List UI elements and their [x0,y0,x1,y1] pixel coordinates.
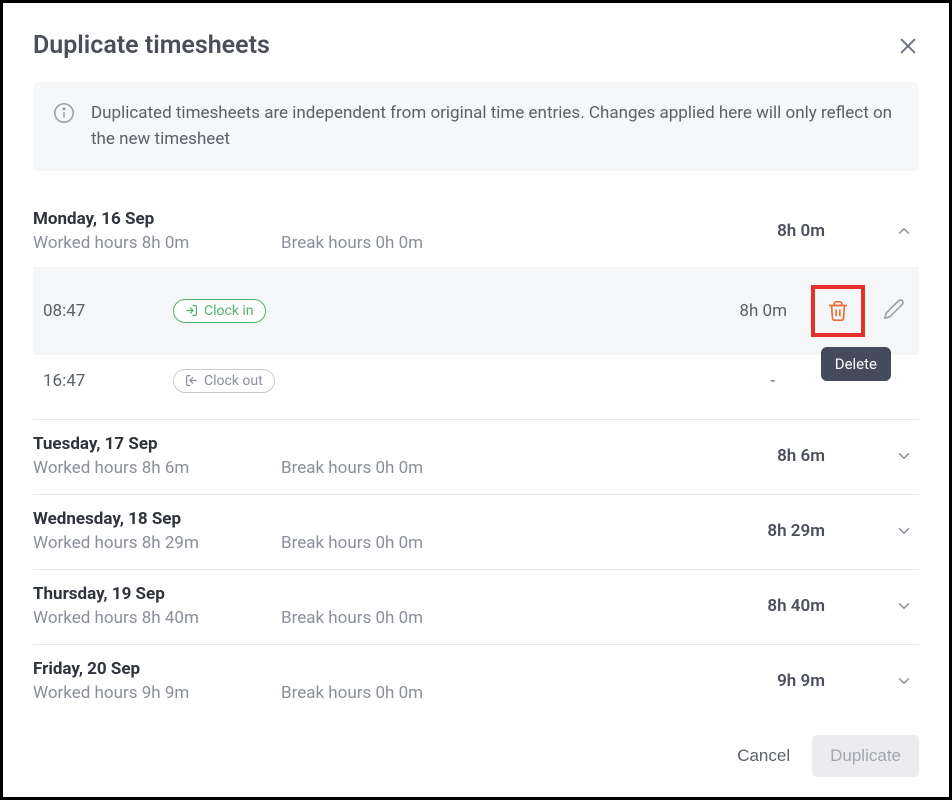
day-name: Monday, 16 Sep [33,209,777,229]
day-group: Thursday, 19 Sep Worked hours 8h 40m Bre… [33,570,919,645]
chevron-down-icon [895,522,913,540]
chevron-down-icon [895,447,913,465]
entry-duration: 8h 0m [739,301,787,321]
entry-time: 08:47 [43,301,173,321]
day-group: Monday, 16 Sep Worked hours 8h 0m Break … [33,195,919,420]
day-header[interactable]: Wednesday, 18 Sep Worked hours 8h 29m Br… [33,505,919,557]
day-group: Wednesday, 18 Sep Worked hours 8h 29m Br… [33,495,919,570]
break-hours: Break hours 0h 0m [281,458,423,478]
day-header[interactable]: Thursday, 19 Sep Worked hours 8h 40m Bre… [33,580,919,632]
clock-in-label: Clock in [204,303,254,319]
worked-hours: Worked hours 8h 0m [33,233,281,253]
break-hours: Break hours 0h 0m [281,533,423,553]
break-hours: Break hours 0h 0m [281,608,423,628]
worked-hours: Worked hours 8h 6m [33,458,281,478]
day-name: Wednesday, 18 Sep [33,509,767,529]
break-hours: Break hours 0h 0m [281,233,423,253]
day-total: 9h 9m [777,671,825,691]
pencil-icon [883,298,905,320]
duplicate-timesheets-modal: Duplicate timesheets Duplicated timeshee… [3,3,949,797]
duplicate-button[interactable]: Duplicate [812,735,919,777]
entry-time: 16:47 [43,371,173,391]
day-total: 8h 0m [777,221,825,241]
modal-footer: Cancel Duplicate [33,716,919,777]
clock-in-badge: Clock in [173,299,266,323]
day-header[interactable]: Friday, 20 Sep Worked hours 9h 9m Break … [33,655,919,707]
close-button[interactable] [897,35,919,57]
info-banner: Duplicated timesheets are independent fr… [33,82,919,171]
modal-header: Duplicate timesheets [33,31,919,60]
day-name: Friday, 20 Sep [33,659,777,679]
chevron-down-icon [895,672,913,690]
day-header[interactable]: Monday, 16 Sep Worked hours 8h 0m Break … [33,205,919,257]
entry-duration: - [729,371,775,391]
modal-title: Duplicate timesheets [33,31,270,60]
time-entry-row: 08:47 Clock in 8h 0m [33,267,919,355]
arrow-out-icon [185,374,198,387]
info-text: Duplicated timesheets are independent fr… [91,100,899,153]
clock-out-badge: Clock out [173,369,275,393]
day-group: Friday, 20 Sep Worked hours 9h 9m Break … [33,645,919,716]
worked-hours: Worked hours 8h 29m [33,533,281,553]
edit-entry-button[interactable] [883,298,909,324]
timesheet-list: Monday, 16 Sep Worked hours 8h 0m Break … [33,195,919,716]
day-total: 8h 6m [777,446,825,466]
day-total: 8h 40m [767,596,825,616]
info-icon [53,102,75,128]
trash-icon [827,299,849,323]
arrow-in-icon [185,304,198,317]
day-total: 8h 29m [767,521,825,541]
day-header[interactable]: Tuesday, 17 Sep Worked hours 8h 6m Break… [33,430,919,482]
cancel-button[interactable]: Cancel [737,746,790,766]
day-group: Tuesday, 17 Sep Worked hours 8h 6m Break… [33,420,919,495]
close-icon [897,35,919,57]
delete-entry-button[interactable] [811,285,865,337]
day-name: Tuesday, 17 Sep [33,434,777,454]
chevron-up-icon [895,222,913,240]
break-hours: Break hours 0h 0m [281,683,423,703]
worked-hours: Worked hours 8h 40m [33,608,281,628]
chevron-down-icon [895,597,913,615]
clock-out-label: Clock out [204,373,263,389]
time-entry-row: 16:47 Clock out - Delete [33,355,919,407]
worked-hours: Worked hours 9h 9m [33,683,281,703]
delete-tooltip: Delete [821,347,891,381]
day-name: Thursday, 19 Sep [33,584,767,604]
